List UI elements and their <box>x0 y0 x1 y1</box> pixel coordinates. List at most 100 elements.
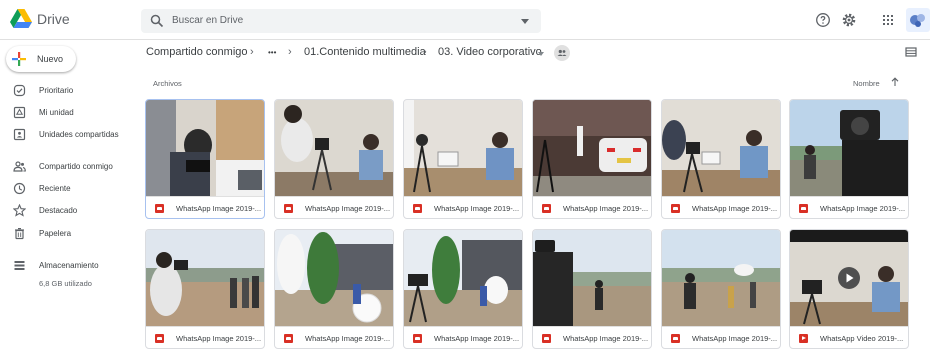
file-caption[interactable]: WhatsApp Image 2019-... <box>662 196 780 218</box>
help-icon[interactable] <box>815 12 831 28</box>
folder-menu-chevron-icon[interactable] <box>538 52 544 56</box>
image-file-icon <box>413 204 422 213</box>
file-thumbnail[interactable] <box>662 100 780 196</box>
search-icon[interactable] <box>150 14 164 28</box>
search-input[interactable]: Buscar en Drive <box>172 15 243 26</box>
play-icon[interactable] <box>837 266 861 290</box>
file-tile[interactable]: WhatsApp Image 2019-... <box>403 99 523 219</box>
check-circle-icon <box>13 84 26 97</box>
storage-icon <box>14 261 25 270</box>
sidebar-item-prioritario[interactable]: Prioritario <box>0 82 130 100</box>
file-name: WhatsApp Image 2019-... <box>305 334 391 343</box>
sidebar-item-label: Almacenamiento <box>39 261 99 270</box>
file-tile[interactable]: WhatsApp Image 2019-... <box>532 229 652 349</box>
file-thumbnail[interactable] <box>404 230 522 326</box>
image-file-icon <box>284 334 293 343</box>
people-icon <box>13 161 26 172</box>
file-tile[interactable]: WhatsApp Image 2019-... <box>274 99 394 219</box>
new-button-label: Nuevo <box>37 54 64 64</box>
file-tile[interactable]: WhatsApp Image 2019-... <box>274 229 394 349</box>
image-file-icon <box>284 204 293 213</box>
shared-drives-icon <box>13 128 26 141</box>
sidebar-item-label: Papelera <box>39 229 72 238</box>
file-caption[interactable]: WhatsApp Image 2019-... <box>533 196 651 218</box>
file-tile[interactable]: WhatsApp Image 2019-... <box>789 99 909 219</box>
file-thumbnail[interactable] <box>662 230 780 326</box>
file-caption[interactable]: WhatsApp Image 2019-... <box>790 196 908 218</box>
apps-grid-icon[interactable] <box>880 12 896 28</box>
file-caption[interactable]: WhatsApp Image 2019-... <box>404 196 522 218</box>
sidebar-item-label: Unidades compartidas <box>39 130 119 139</box>
file-name: WhatsApp Image 2019-... <box>563 334 649 343</box>
my-drive-icon <box>13 106 26 119</box>
sort-by-name[interactable]: Nombre <box>853 79 880 88</box>
new-button[interactable]: Nuevo <box>6 46 76 72</box>
file-caption[interactable]: WhatsApp Video 2019-... <box>790 326 908 348</box>
file-tile[interactable]: WhatsApp Image 2019-... <box>145 99 265 219</box>
sidebar-item-label: Compartido conmigo <box>39 162 113 171</box>
file-name: WhatsApp Video 2019-... <box>820 334 904 343</box>
sidebar-item-unidades-compartidas[interactable]: Unidades compartidas <box>0 126 130 144</box>
clock-icon <box>13 182 26 195</box>
file-thumbnail[interactable] <box>533 230 651 326</box>
app-name[interactable]: Drive <box>37 11 70 27</box>
file-thumbnail[interactable] <box>790 100 908 196</box>
file-caption[interactable]: WhatsApp Image 2019-... <box>662 326 780 348</box>
sort-ascending-arrow-icon[interactable] <box>890 77 900 87</box>
file-thumbnail[interactable] <box>404 100 522 196</box>
plus-icon <box>12 52 26 66</box>
image-file-icon <box>155 204 164 213</box>
file-name: WhatsApp Image 2019-... <box>434 204 520 213</box>
file-name: WhatsApp Image 2019-... <box>176 334 262 343</box>
account-avatar[interactable] <box>906 8 930 32</box>
file-name: WhatsApp Image 2019-... <box>692 204 778 213</box>
file-thumbnail[interactable] <box>790 230 908 326</box>
file-thumbnail[interactable] <box>275 100 393 196</box>
star-icon <box>13 204 26 217</box>
sidebar-item-reciente[interactable]: Reciente <box>0 180 130 198</box>
file-tile[interactable]: WhatsApp Image 2019-... <box>403 229 523 349</box>
file-thumbnail[interactable] <box>533 100 651 196</box>
file-name: WhatsApp Image 2019-... <box>176 204 262 213</box>
file-caption[interactable]: WhatsApp Image 2019-... <box>146 196 264 218</box>
breadcrumb-ellipsis[interactable]: ••• <box>268 48 276 57</box>
sidebar-item-almacenamiento[interactable]: Almacenamiento <box>0 257 130 275</box>
list-view-icon[interactable] <box>905 46 917 58</box>
breadcrumb-current[interactable]: 03. Video corporativo <box>438 46 542 58</box>
drive-logo-icon[interactable] <box>10 9 32 29</box>
file-name: WhatsApp Image 2019-... <box>563 204 649 213</box>
sidebar-item-destacado[interactable]: Destacado <box>0 202 130 220</box>
file-thumbnail[interactable] <box>146 100 264 196</box>
sidebar-item-label: Reciente <box>39 184 71 193</box>
sidebar-item-label: Destacado <box>39 206 78 215</box>
shared-folder-icon[interactable] <box>554 45 570 61</box>
search-bar[interactable]: Buscar en Drive <box>141 9 541 33</box>
file-tile[interactable]: WhatsApp Image 2019-... <box>532 99 652 219</box>
file-tile[interactable]: WhatsApp Image 2019-... <box>661 229 781 349</box>
sidebar-item-label: Mi unidad <box>39 108 74 117</box>
file-caption[interactable]: WhatsApp Image 2019-... <box>533 326 651 348</box>
file-name: WhatsApp Image 2019-... <box>820 204 906 213</box>
file-thumbnail[interactable] <box>275 230 393 326</box>
video-file-icon <box>799 334 808 343</box>
sidebar-item-compartido-conmigo[interactable]: Compartido conmigo <box>0 158 130 176</box>
file-tile[interactable]: WhatsApp Video 2019-... <box>789 229 909 349</box>
breadcrumb-parent[interactable]: 01.Contenido multimedia <box>304 46 426 58</box>
file-thumbnail[interactable] <box>146 230 264 326</box>
file-caption[interactable]: WhatsApp Image 2019-... <box>404 326 522 348</box>
image-file-icon <box>155 334 164 343</box>
file-caption[interactable]: WhatsApp Image 2019-... <box>275 196 393 218</box>
file-caption[interactable]: WhatsApp Image 2019-... <box>275 326 393 348</box>
sidebar-item-papelera[interactable]: Papelera <box>0 225 130 243</box>
sidebar-item-label: Prioritario <box>39 86 74 95</box>
breadcrumb-separator: › <box>250 46 254 58</box>
file-tile[interactable]: WhatsApp Image 2019-... <box>661 99 781 219</box>
image-file-icon <box>542 204 551 213</box>
file-caption[interactable]: WhatsApp Image 2019-... <box>146 326 264 348</box>
breadcrumb-root[interactable]: Compartido conmigo <box>146 46 248 58</box>
image-file-icon <box>799 204 808 213</box>
search-options-chevron-icon[interactable] <box>521 19 529 24</box>
gear-icon[interactable] <box>841 12 857 28</box>
sidebar-item-mi-unidad[interactable]: Mi unidad <box>0 104 130 122</box>
file-tile[interactable]: WhatsApp Image 2019-... <box>145 229 265 349</box>
